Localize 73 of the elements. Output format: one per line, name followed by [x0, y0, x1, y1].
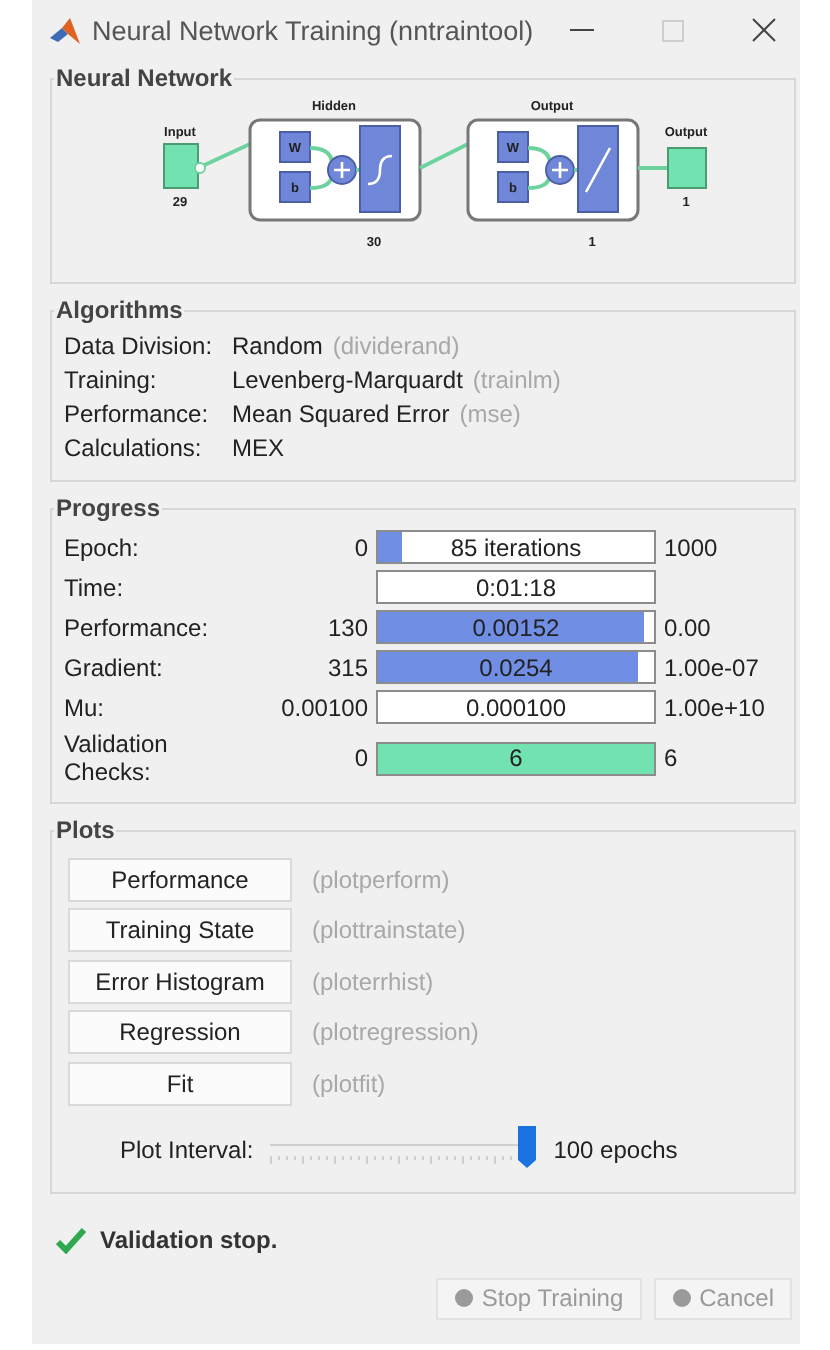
sum-icon: [545, 155, 575, 185]
slider-reading: 100 epochs: [553, 1135, 678, 1163]
function-name: (mse): [459, 400, 521, 428]
connector-line: [309, 175, 334, 190]
progress-label: Mu:: [64, 693, 107, 721]
panel-title: Plots: [54, 816, 117, 844]
weight-block: [279, 131, 311, 163]
start-value: 130: [325, 613, 368, 641]
algorithm-value: Random: [232, 332, 323, 360]
plot-button[interactable]: Regression: [68, 1010, 292, 1055]
algorithm-label: Training:: [64, 366, 159, 394]
dot-icon: [453, 1288, 474, 1308]
end-value: 1.00e+10: [664, 693, 767, 721]
panel-title: Progress: [54, 494, 163, 522]
algorithm-value: Mean Squared Error: [232, 400, 450, 428]
end-value: 0.00: [664, 613, 713, 641]
end-value: 6: [664, 744, 680, 772]
close-icon[interactable]: [752, 18, 776, 42]
end-value: 1.00e-07: [664, 653, 761, 681]
input-block: [163, 143, 199, 189]
progress-reading: 6: [509, 744, 523, 772]
progress-label: Validation Checks:: [64, 730, 170, 786]
function-name: (ploterrhist): [312, 967, 434, 996]
connector-line: [194, 142, 251, 174]
start-value: 0: [352, 744, 368, 772]
bias-block: [279, 171, 311, 203]
maximize-icon: [662, 19, 684, 41]
sum-icon: [327, 155, 357, 185]
plot-button[interactable]: Error Histogram: [68, 959, 292, 1004]
plot-interval-slider[interactable]: [269, 1125, 542, 1173]
connector-line: [638, 166, 668, 170]
end-value: 1000: [664, 533, 720, 561]
transfer-function-icon: [577, 125, 619, 213]
panel-title: Algorithms: [54, 296, 185, 324]
app-icon: [48, 15, 80, 45]
weight-block: [497, 131, 529, 163]
progress-label: Time:: [64, 573, 126, 601]
algorithm-label: Data Division:: [64, 332, 215, 360]
progress-label: Performance:: [64, 613, 211, 641]
status-message: Validation stop.: [100, 1225, 278, 1253]
plot-button[interactable]: Fit: [68, 1061, 292, 1106]
progress-reading: 85 iterations: [450, 533, 582, 561]
progress-label: Epoch:: [64, 533, 141, 561]
connector-line: [527, 146, 552, 163]
function-name: (dividerand): [332, 332, 460, 360]
progress-reading: 0.0254: [479, 653, 553, 681]
window-title: Neural Network Training (nntraintool): [92, 15, 536, 45]
function-name: (trainlm): [472, 366, 561, 394]
start-value: 315: [325, 653, 368, 681]
panel-title: Neural Network: [54, 64, 235, 92]
dot-icon: [671, 1288, 692, 1308]
transfer-function-icon: [359, 125, 401, 213]
plot-button[interactable]: Performance: [68, 857, 292, 902]
connector-line: [527, 175, 552, 190]
start-value: 0.00100: [279, 693, 368, 721]
progress-label: Gradient:: [64, 653, 165, 681]
progress-reading: 0.00152: [472, 613, 560, 641]
algorithm-label: Performance:: [64, 400, 211, 428]
connector-line: [419, 142, 469, 170]
algorithm-value: MEX: [232, 434, 285, 462]
function-name: (plottrainstate): [312, 916, 466, 945]
slider-label: Plot Interval:: [120, 1135, 254, 1163]
bias-block: [497, 171, 529, 203]
algorithm-label: Calculations:: [64, 434, 204, 462]
output-block: [667, 147, 707, 189]
connector-line: [309, 146, 334, 163]
algorithm-value: Levenberg-Marquardt: [232, 366, 463, 394]
plot-button[interactable]: Training State: [68, 908, 292, 953]
slider-thumb[interactable]: [515, 1125, 538, 1169]
function-name: (plotfit): [312, 1069, 386, 1098]
function-name: (plotregression): [312, 1018, 479, 1047]
start-value: 0: [352, 533, 368, 561]
function-name: (plotperform): [312, 865, 450, 894]
